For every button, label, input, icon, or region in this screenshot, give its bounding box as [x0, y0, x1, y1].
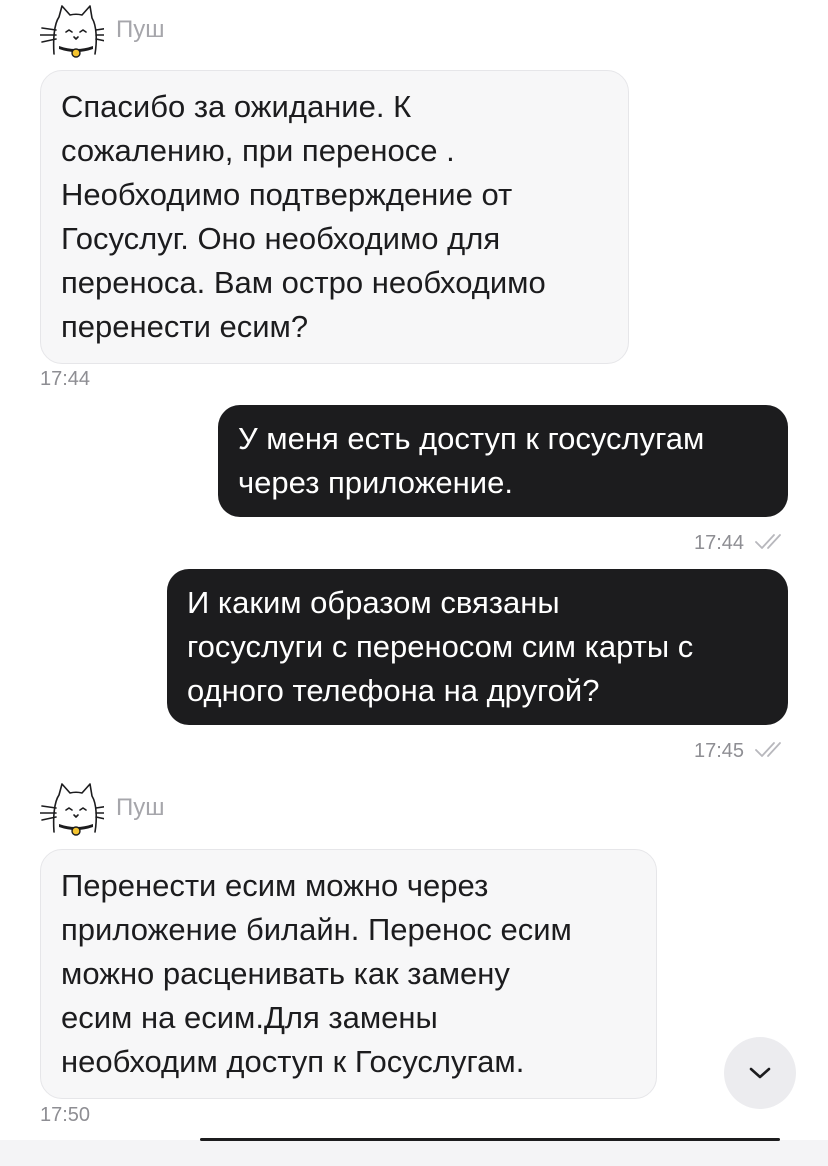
message-line: есим на есим.Для замены — [61, 1000, 438, 1035]
next-message-edge — [200, 1138, 780, 1141]
message-line: перенести есим? — [61, 309, 309, 344]
composer-area — [0, 1140, 828, 1166]
message-line: приложение билайн. Перенос есим — [61, 912, 572, 947]
message-line: Перенести есим можно через — [61, 868, 489, 903]
double-check-icon — [755, 742, 781, 757]
message-line: через приложение. — [238, 465, 513, 500]
message-line: Госуслуг. Оно необходимо для — [61, 221, 501, 256]
cat-avatar-icon — [40, 783, 104, 836]
message-timestamp: 17:50 — [40, 1104, 91, 1126]
message-line: переноса. Вам остро необходимо — [61, 265, 546, 300]
incoming-message-bubble[interactable]: Спасибо за ожидание. К сожалению, при пе… — [40, 70, 629, 364]
chevron-down-icon — [749, 1067, 771, 1079]
message-sender: Пуш — [40, 780, 165, 836]
message-line: госуслуги с переносом сим карты с — [187, 629, 694, 664]
outgoing-message-bubble[interactable]: И каким образом связаны госуслуги с пере… — [167, 569, 788, 725]
outgoing-message-bubble[interactable]: У меня есть доступ к госуслугам через пр… — [218, 405, 788, 517]
message-line: И каким образом связаны — [187, 585, 560, 620]
message-line: У меня есть доступ к госуслугам — [238, 421, 705, 456]
cat-avatar-icon — [40, 5, 104, 58]
scroll-down-button[interactable] — [724, 1037, 796, 1109]
incoming-message-bubble[interactable]: Перенести есим можно через приложение би… — [40, 849, 657, 1099]
message-sender: Пуш — [40, 2, 165, 58]
message-line: одного телефона на другой? — [187, 673, 600, 708]
message-timestamp: 17:44 — [694, 532, 745, 554]
sender-name: Пуш — [116, 794, 165, 821]
message-line: сожалению, при переносе . — [61, 133, 455, 168]
message-line: необходим доступ к Госуслугам. — [61, 1044, 525, 1079]
double-check-icon — [755, 534, 781, 549]
sender-name: Пуш — [116, 16, 165, 43]
message-timestamp: 17:45 — [694, 740, 745, 762]
message-timestamp: 17:44 — [40, 368, 91, 390]
message-line: Необходимо подтверждение от — [61, 177, 513, 212]
message-line: можно расценивать как замену — [61, 956, 510, 991]
message-line: Спасибо за ожидание. К — [61, 89, 412, 124]
